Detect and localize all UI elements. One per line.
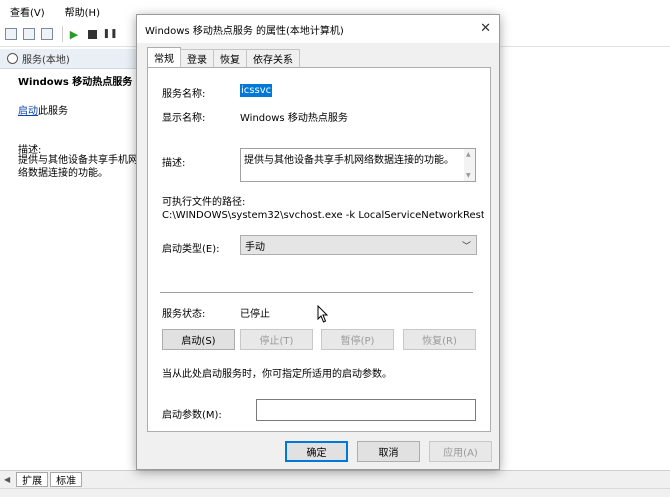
startup-type-value: 手动 bbox=[245, 241, 265, 253]
export-icon[interactable] bbox=[22, 27, 36, 41]
service-name-label: 服务名称: bbox=[162, 89, 206, 100]
chevron-down-icon: ﹀ bbox=[461, 242, 471, 252]
executable-path-label: 可执行文件的路径: bbox=[162, 197, 246, 208]
services-list-edge bbox=[495, 49, 670, 470]
divider bbox=[160, 292, 473, 293]
textarea-scrollbar[interactable]: ▲ ▼ bbox=[464, 149, 475, 181]
service-title: Windows 移动热点服务 bbox=[18, 77, 133, 88]
description-textarea[interactable]: 提供与其他设备共享手机网络数据连接的功能。 ▲ ▼ bbox=[240, 148, 476, 182]
dialog-tabs: 常规 登录 恢复 依存关系 bbox=[147, 47, 300, 68]
pause-button[interactable]: 暂停(P) bbox=[321, 329, 394, 350]
display-name-label: 显示名称: bbox=[162, 113, 206, 124]
tab-dependencies[interactable]: 依存关系 bbox=[246, 49, 300, 67]
service-status-value: 已停止 bbox=[240, 309, 270, 320]
pause-icon[interactable]: ❚❚ bbox=[102, 27, 117, 41]
service-detail-pane: Windows 移动热点服务 启动此服务 描述: 提供与其他设备共享手机网络数据… bbox=[0, 70, 140, 470]
magnifier-icon bbox=[7, 53, 18, 64]
toolbar-divider bbox=[62, 26, 63, 42]
startup-type-label: 启动类型(E): bbox=[162, 244, 220, 255]
dialog-title: Windows 移动热点服务 的属性(本地计算机) bbox=[145, 25, 344, 37]
stop-button[interactable]: 停止(T) bbox=[240, 329, 313, 350]
executable-path-value[interactable]: C:\WINDOWS\system32\svchost.exe -k Local… bbox=[162, 210, 484, 221]
general-panel: 服务名称: icssvc 显示名称: Windows 移动热点服务 描述: 提供… bbox=[147, 67, 491, 432]
refresh-icon[interactable] bbox=[4, 27, 18, 41]
description-text: 提供与其他设备共享手机网络数据连接的功能。 bbox=[18, 155, 138, 179]
close-icon[interactable]: ✕ bbox=[480, 21, 491, 36]
start-button[interactable]: 启动(S) bbox=[162, 329, 235, 350]
description-field-label: 描述: bbox=[162, 158, 186, 169]
view-tabs: ◀ 扩展 标准 bbox=[0, 470, 670, 488]
start-params-input[interactable] bbox=[256, 399, 476, 421]
menu-view[interactable]: 查看(V) bbox=[10, 4, 45, 19]
cancel-button[interactable]: 取消 bbox=[357, 441, 420, 462]
stop-icon[interactable] bbox=[85, 27, 99, 41]
scroll-down-icon[interactable]: ▼ bbox=[466, 172, 471, 179]
startup-type-select[interactable]: 手动 ﹀ bbox=[240, 235, 477, 255]
status-bar bbox=[0, 488, 670, 497]
play-icon[interactable]: ▶ bbox=[67, 27, 81, 41]
tree-header-label: 服务(本地) bbox=[22, 55, 70, 66]
tab-recovery[interactable]: 恢复 bbox=[213, 49, 247, 67]
apply-button[interactable]: 应用(A) bbox=[429, 441, 492, 462]
help-icon[interactable] bbox=[40, 27, 54, 41]
ok-button[interactable]: 确定 bbox=[285, 441, 348, 462]
scroll-arrow-icon[interactable]: ◀ bbox=[4, 475, 10, 484]
start-params-hint: 当从此处启动服务时，你可指定所适用的启动参数。 bbox=[162, 369, 392, 380]
dialog-titlebar[interactable]: Windows 移动热点服务 的属性(本地计算机) ✕ bbox=[137, 15, 499, 43]
tab-logon[interactable]: 登录 bbox=[180, 49, 214, 67]
tab-general[interactable]: 常规 bbox=[147, 47, 181, 67]
service-name-value[interactable]: icssvc bbox=[240, 84, 273, 97]
scroll-up-icon[interactable]: ▲ bbox=[466, 151, 471, 158]
menu-help[interactable]: 帮助(H) bbox=[65, 4, 100, 19]
resume-button[interactable]: 恢复(R) bbox=[403, 329, 476, 350]
tab-extended[interactable]: 扩展 bbox=[16, 472, 49, 487]
service-status-label: 服务状态: bbox=[162, 309, 206, 320]
start-link-suffix: 此服务 bbox=[38, 106, 68, 117]
start-params-label: 启动参数(M): bbox=[162, 410, 222, 421]
tab-standard[interactable]: 标准 bbox=[50, 472, 83, 487]
description-field-text: 提供与其他设备共享手机网络数据连接的功能。 bbox=[244, 155, 454, 166]
display-name-value[interactable]: Windows 移动热点服务 bbox=[240, 109, 348, 124]
mouse-pointer-icon bbox=[317, 305, 329, 323]
start-service-link: 启动此服务 bbox=[18, 102, 68, 117]
properties-dialog: Windows 移动热点服务 的属性(本地计算机) ✕ 常规 登录 恢复 依存关… bbox=[136, 14, 500, 470]
start-link[interactable]: 启动 bbox=[18, 106, 38, 117]
